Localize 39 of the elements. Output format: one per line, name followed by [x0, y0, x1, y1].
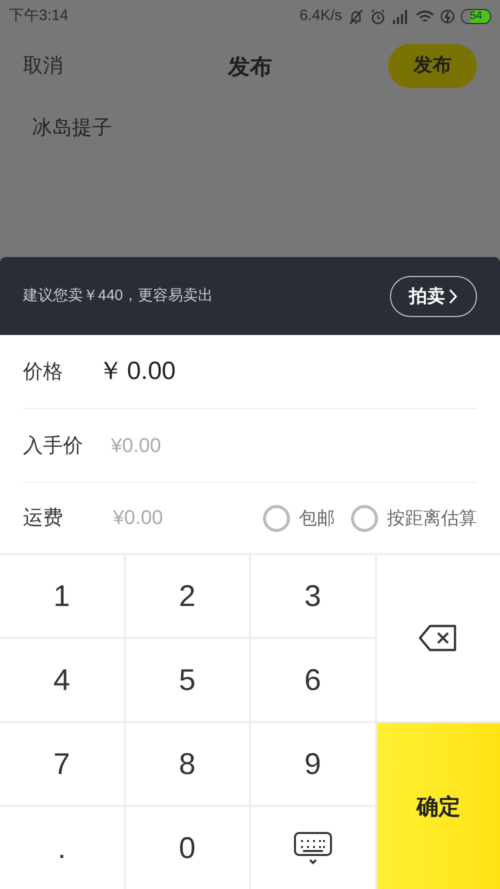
keypad-key[interactable]: 5: [126, 639, 249, 721]
cost-field[interactable]: ¥0.00: [111, 430, 261, 460]
price-field[interactable]: ￥ 0.00: [98, 352, 176, 390]
bell-muted-icon: [348, 8, 364, 24]
network-speed: 6.4K/s: [299, 6, 342, 26]
keypad-key[interactable]: 0: [126, 807, 249, 889]
shipping-label: 运费: [23, 506, 64, 531]
radio-button[interactable]: [351, 504, 378, 532]
page-title: 发布: [228, 52, 272, 80]
alarm-icon: [370, 8, 386, 24]
suggestion-text: 建议您卖￥440，更容易卖出: [23, 286, 214, 306]
description-text: 冰岛提子: [31, 116, 113, 141]
keypad-key[interactable]: 9: [251, 723, 374, 805]
keypad-key[interactable]: 1: [0, 555, 124, 637]
keypad-key[interactable]: 4: [0, 639, 124, 721]
auction-button[interactable]: 拍卖: [390, 276, 477, 316]
hide-keyboard-key[interactable]: [251, 807, 374, 889]
keypad-key[interactable]: 6: [251, 639, 374, 721]
battery-indicator: 54: [461, 9, 491, 24]
radio-button[interactable]: [263, 504, 290, 532]
confirm-key[interactable]: 确定: [376, 723, 500, 889]
keypad-key[interactable]: 3: [251, 555, 374, 637]
status-time: 下午3:14: [9, 6, 68, 26]
wifi-icon: [416, 10, 434, 24]
shipping-option[interactable]: 包邮: [263, 504, 335, 532]
price-label: 价格: [23, 360, 64, 384]
charging-icon: [440, 9, 455, 24]
chevron-right-icon: [449, 288, 458, 304]
keyboard-icon: [292, 831, 333, 865]
signal-icon: [392, 10, 410, 24]
keypad-key[interactable]: .: [0, 807, 124, 889]
backspace-icon: [418, 624, 458, 652]
keypad-key[interactable]: 7: [0, 723, 124, 805]
cost-label: 入手价: [23, 434, 84, 458]
keypad-key[interactable]: 8: [126, 723, 249, 805]
shipping-field[interactable]: ¥0.00: [113, 503, 223, 533]
keypad-key[interactable]: 2: [126, 555, 249, 637]
backspace-key[interactable]: [376, 555, 500, 721]
shipping-option[interactable]: 按距离估算: [351, 504, 477, 532]
